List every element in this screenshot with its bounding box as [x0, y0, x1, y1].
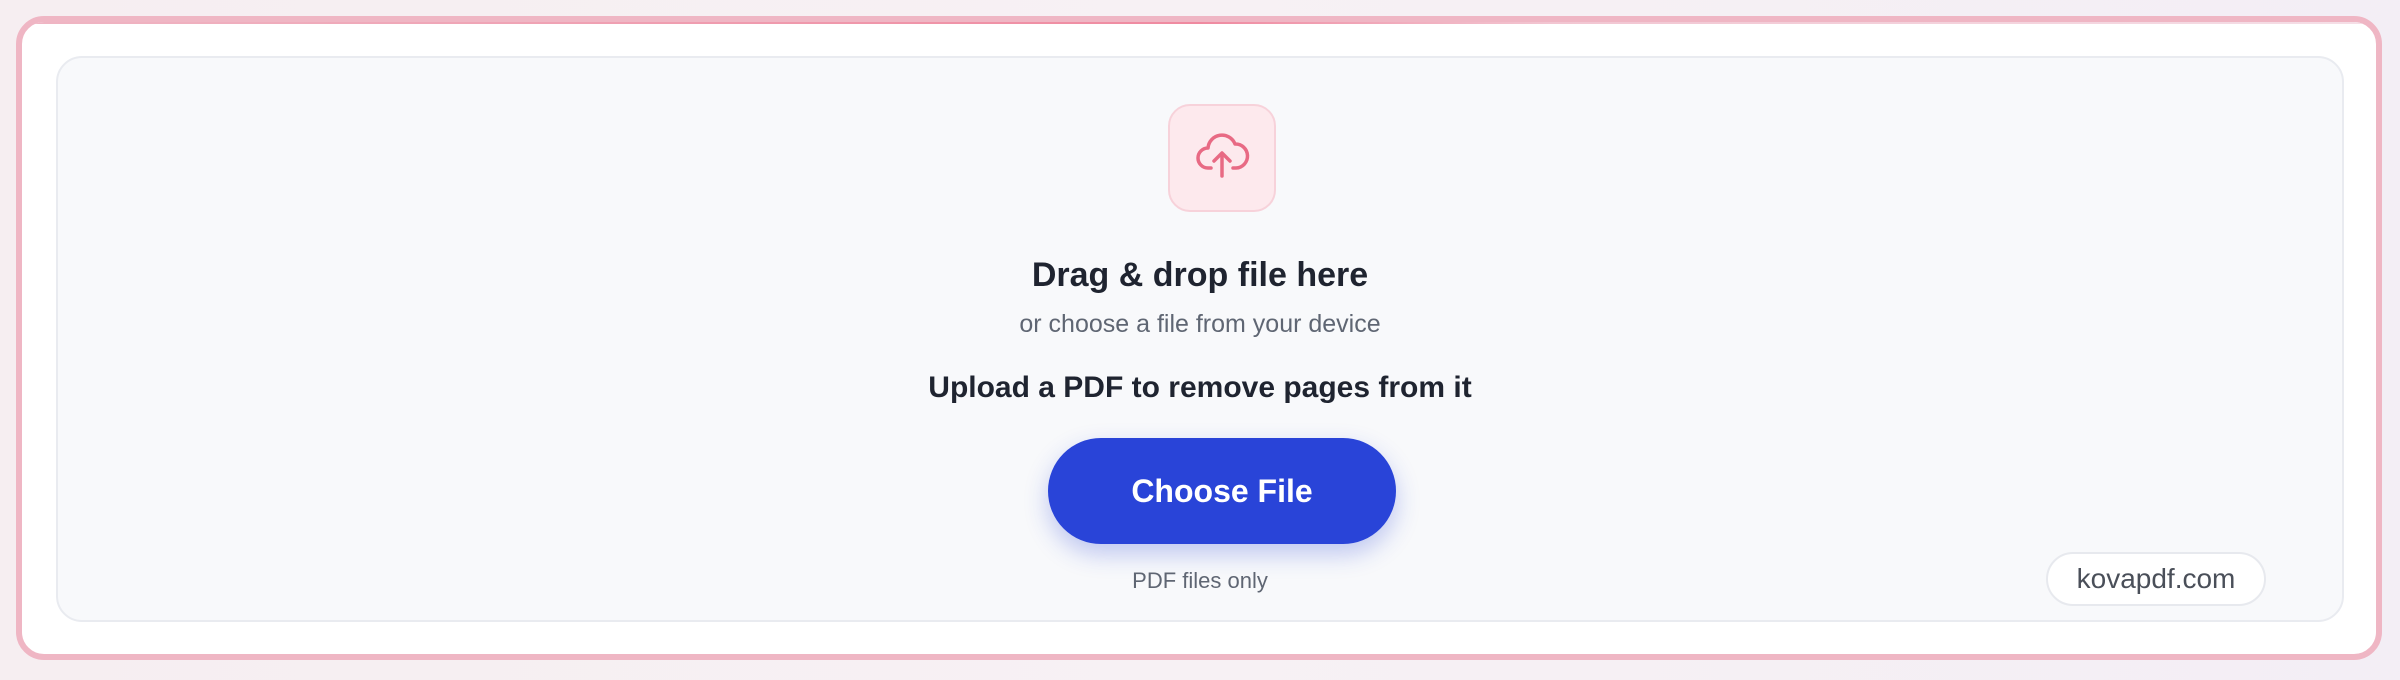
- cloud-upload-icon: [1192, 126, 1252, 191]
- choose-file-button[interactable]: Choose File: [1048, 438, 1396, 544]
- dropzone-subtitle: or choose a file from your device: [1019, 310, 1381, 338]
- dropzone-title: Drag & drop file here: [1031, 256, 1369, 294]
- upload-instruction: Upload a PDF to remove pages from it: [928, 371, 1472, 404]
- upload-icon-container: [1168, 104, 1276, 212]
- brand-badge: kovapdf.com: [2046, 552, 2266, 606]
- frame-highlight: [22, 22, 2376, 24]
- file-dropzone[interactable]: Drag & drop file here or choose a file f…: [56, 56, 2344, 622]
- file-type-note: PDF files only: [1132, 568, 1268, 593]
- upload-card: Drag & drop file here or choose a file f…: [16, 16, 2382, 660]
